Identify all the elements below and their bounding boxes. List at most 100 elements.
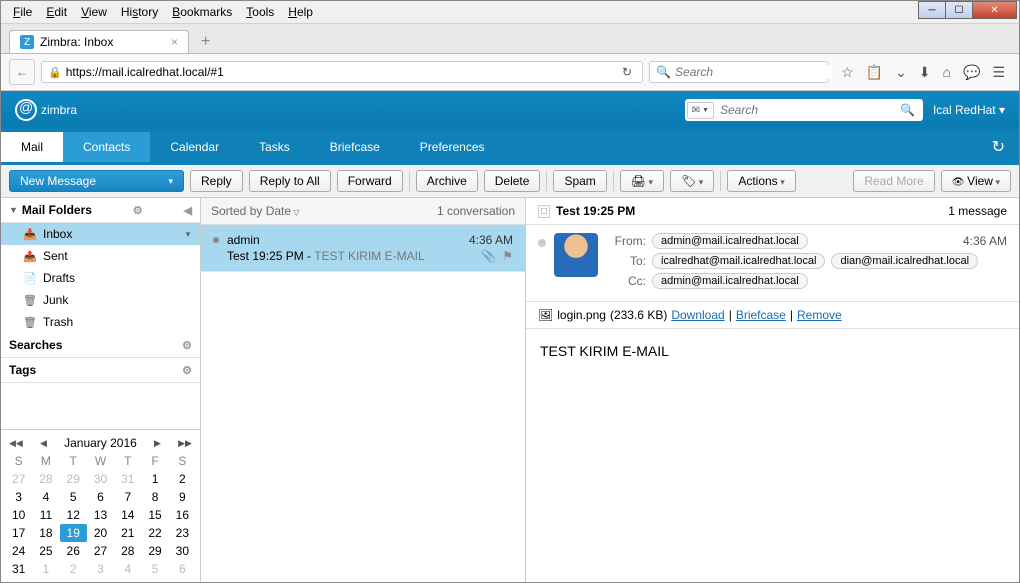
reload-icon[interactable]: ↻ [618, 65, 636, 79]
tab-tasks[interactable]: Tasks [239, 132, 310, 162]
browser-search[interactable]: 🔍 [649, 61, 829, 83]
collapse-panel-icon[interactable]: ◀ [184, 204, 192, 217]
menu-edit[interactable]: Edit [40, 3, 73, 21]
cal-day-prev[interactable]: 27 [5, 470, 32, 488]
cal-day[interactable]: 13 [87, 506, 114, 524]
browser-search-input[interactable] [675, 65, 832, 79]
actions-dropdown[interactable]: Actions [727, 170, 795, 192]
attachment-briefcase[interactable]: Briefcase [736, 308, 786, 322]
menu-view[interactable]: View [75, 3, 113, 21]
new-message-button[interactable]: New Message [9, 170, 184, 192]
cal-day-next[interactable]: 5 [141, 560, 168, 578]
cal-day[interactable]: 17 [5, 524, 32, 542]
downloads-icon[interactable]: ⬇ [919, 64, 931, 81]
cal-day[interactable]: 29 [141, 542, 168, 560]
url-input[interactable] [66, 65, 614, 79]
menu-history[interactable]: History [115, 3, 164, 21]
cal-day[interactable]: 28 [114, 542, 141, 560]
cal-day[interactable]: 9 [169, 488, 196, 506]
view-dropdown[interactable]: View [941, 170, 1011, 192]
forward-button[interactable]: Forward [337, 170, 403, 192]
cal-day-prev[interactable]: 30 [87, 470, 114, 488]
search-submit-icon[interactable]: 🔍 [894, 103, 921, 117]
cal-day-next[interactable]: 4 [114, 560, 141, 578]
tags-header[interactable]: Tags ⚙ [1, 358, 200, 383]
cal-day[interactable]: 20 [87, 524, 114, 542]
bookmark-star-icon[interactable]: ☆ [841, 64, 854, 81]
menu-tools[interactable]: Tools [240, 3, 280, 21]
collapse-icon[interactable]: ▼ [9, 205, 18, 215]
mail-folders-header[interactable]: ▼ Mail Folders ⚙ ◀ [1, 198, 200, 223]
cal-day-next[interactable]: 1 [32, 560, 59, 578]
sort-dropdown[interactable]: Sorted by Date [211, 204, 299, 218]
cal-day[interactable]: 5 [60, 488, 87, 506]
pocket-icon[interactable]: ⌄ [895, 64, 907, 81]
cal-day[interactable]: 6 [87, 488, 114, 506]
cal-day[interactable]: 16 [169, 506, 196, 524]
home-icon[interactable]: ⌂ [943, 64, 951, 81]
cal-day[interactable]: 26 [60, 542, 87, 560]
cal-next-fast[interactable]: ▶▶ [178, 438, 192, 449]
cal-day[interactable]: 22 [141, 524, 168, 542]
delete-button[interactable]: Delete [484, 170, 541, 192]
cal-day[interactable]: 10 [5, 506, 32, 524]
cal-day[interactable]: 31 [5, 560, 32, 578]
menu-bookmarks[interactable]: Bookmarks [166, 3, 238, 21]
cal-prev[interactable]: ◀ [40, 438, 47, 449]
clipboard-icon[interactable]: 📋 [866, 64, 883, 81]
address-bar[interactable]: 🔒 ↻ [41, 61, 643, 83]
cal-day-next[interactable]: 6 [169, 560, 196, 578]
tab-calendar[interactable]: Calendar [150, 132, 239, 162]
reply-button[interactable]: Reply [190, 170, 243, 192]
tag-dropdown[interactable]: 🏷 [670, 170, 714, 192]
attachment-download[interactable]: Download [671, 308, 724, 322]
tab-briefcase[interactable]: Briefcase [310, 132, 400, 162]
cal-day[interactable]: 4 [32, 488, 59, 506]
back-button[interactable]: ← [9, 59, 35, 85]
cal-day[interactable]: 1 [141, 470, 168, 488]
cal-day-prev[interactable]: 28 [32, 470, 59, 488]
cal-day[interactable]: 24 [5, 542, 32, 560]
sidebar-item-trash[interactable]: 🗑Trash [1, 311, 200, 333]
cal-day-next[interactable]: 3 [87, 560, 114, 578]
sidebar-item-inbox[interactable]: 📥Inbox▼ [1, 223, 200, 245]
gear-icon[interactable]: ⚙ [133, 204, 143, 217]
cal-day[interactable]: 3 [5, 488, 32, 506]
expand-icon[interactable]: □ [538, 205, 550, 218]
new-tab-button[interactable]: + [193, 33, 218, 51]
sidebar-item-drafts[interactable]: 📄Drafts [1, 267, 200, 289]
cal-next[interactable]: ▶ [154, 438, 161, 449]
cal-day[interactable]: 25 [32, 542, 59, 560]
refresh-icon[interactable]: ↻ [978, 129, 1019, 165]
flag-icon[interactable]: ⚑ [502, 249, 513, 263]
menu-help[interactable]: Help [282, 3, 319, 21]
window-maximize[interactable]: ☐ [945, 1, 973, 19]
window-minimize[interactable]: ─ [918, 1, 946, 19]
cal-day[interactable]: 27 [87, 542, 114, 560]
cal-day[interactable]: 7 [114, 488, 141, 506]
tab-contacts[interactable]: Contacts [63, 132, 150, 162]
tab-close-icon[interactable]: × [171, 35, 178, 49]
search-scope-dropdown[interactable]: ✉ ▼ [687, 102, 714, 119]
window-close[interactable]: ✕ [972, 1, 1017, 19]
gear-icon[interactable]: ⚙ [182, 364, 192, 377]
searches-header[interactable]: Searches ⚙ [1, 333, 200, 358]
cal-day-prev[interactable]: 31 [114, 470, 141, 488]
cal-day[interactable]: 8 [141, 488, 168, 506]
cal-day[interactable]: 11 [32, 506, 59, 524]
browser-tab[interactable]: Z Zimbra: Inbox × [9, 30, 189, 53]
cal-day[interactable]: 2 [169, 470, 196, 488]
zimbra-search-input[interactable] [714, 101, 894, 119]
to-address[interactable]: dian@mail.icalredhat.local [831, 253, 978, 269]
from-address[interactable]: admin@mail.icalredhat.local [652, 233, 808, 249]
menu-file[interactable]: File [7, 3, 38, 21]
attachment-remove[interactable]: Remove [797, 308, 842, 322]
cc-address[interactable]: admin@mail.icalredhat.local [652, 273, 808, 289]
cal-prev-fast[interactable]: ◀◀ [9, 438, 23, 449]
spam-button[interactable]: Spam [553, 170, 606, 192]
user-menu[interactable]: Ical RedHat ▾ [933, 103, 1005, 117]
cal-day-next[interactable]: 2 [60, 560, 87, 578]
attachment-name[interactable]: login.png [557, 308, 606, 322]
cal-day[interactable]: 30 [169, 542, 196, 560]
chevron-down-icon[interactable]: ▼ [184, 230, 192, 239]
